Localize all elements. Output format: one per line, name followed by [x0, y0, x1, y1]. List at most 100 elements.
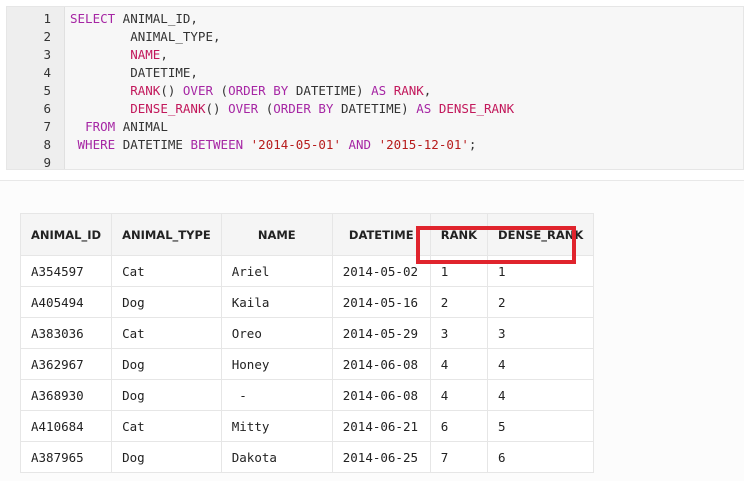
code-token: DATETIME)	[288, 83, 372, 98]
table-cell: A362967	[19, 348, 113, 380]
table-cell: Honey	[220, 348, 333, 380]
table-cell: 4	[429, 348, 489, 380]
results-table: ANIMAL_ID ANIMAL_TYPE NAME DATETIME RANK…	[19, 213, 595, 473]
table-cell: 7	[429, 441, 489, 473]
code-token: ORDER BY	[228, 83, 289, 98]
table-cell: A410684	[19, 410, 113, 442]
column-header-name: NAME	[220, 213, 333, 256]
table-cell: Cat	[111, 410, 222, 442]
table-cell: Dog	[111, 286, 222, 318]
code-token: AND	[348, 137, 372, 152]
table-cell: 6	[487, 441, 595, 473]
table-cell: 1	[487, 255, 595, 287]
code-text: WHERE DATETIME BETWEEN '2014-05-01' AND …	[70, 136, 477, 154]
code-token: DATETIME)	[333, 101, 417, 116]
code-token: DENSE_RANK	[130, 101, 206, 116]
table-cell: 2014-06-25	[331, 441, 431, 473]
table-cell: 2014-05-02	[331, 255, 431, 287]
code-line[interactable]: 3 NAME,	[7, 46, 743, 64]
code-line[interactable]: 7 FROM ANIMAL	[7, 118, 743, 136]
table-row: A368930 Dog -2014-06-08 4 4	[19, 379, 595, 411]
code-token: ,	[160, 47, 168, 62]
code-token: (	[258, 101, 274, 116]
query-results-panel: ANIMAL_ID ANIMAL_TYPE NAME DATETIME RANK…	[0, 180, 744, 481]
table-header-row: ANIMAL_ID ANIMAL_TYPE NAME DATETIME RANK…	[19, 213, 595, 256]
code-token: ()	[160, 83, 183, 98]
code-line[interactable]: 9	[7, 154, 743, 170]
table-cell: 2014-05-16	[331, 286, 431, 318]
code-token: ORDER BY	[273, 101, 334, 116]
table-cell: Kaila	[220, 286, 333, 318]
table-row: A405494 Dog Kaila 2014-05-16 2 2	[19, 286, 595, 318]
table-cell: Oreo	[220, 317, 333, 349]
line-number: 3	[43, 47, 51, 62]
line-number: 4	[43, 65, 51, 80]
table-cell: 4	[487, 348, 595, 380]
code-token: '2015-12-01'	[378, 137, 469, 152]
code-token: AS	[371, 83, 387, 98]
code-line[interactable]: 8 WHERE DATETIME BETWEEN '2014-05-01' AN…	[7, 136, 743, 154]
table-row: A410684 Cat Mitty 2014-06-21 6 5	[19, 410, 595, 442]
code-line[interactable]: 4 DATETIME,	[7, 64, 743, 82]
code-token: ,	[423, 83, 432, 98]
code-line[interactable]: 2 ANIMAL_TYPE,	[7, 28, 743, 46]
table-cell: Dog	[111, 348, 222, 380]
table-row: A383036 Cat Oreo 2014-05-29 3 3	[19, 317, 595, 349]
code-line[interactable]: 1 SELECT ANIMAL_ID,	[7, 10, 743, 28]
table-row: A354597 Cat Ariel 2014-05-02 1 1	[19, 255, 595, 287]
line-number: 6	[43, 101, 51, 116]
table-cell: 5	[487, 410, 595, 442]
code-line[interactable]: 5 RANK() OVER (ORDER BY DATETIME) AS RAN…	[7, 82, 743, 100]
code-token: DENSE_RANK	[438, 101, 515, 116]
table-cell: A387965	[19, 441, 113, 473]
code-text: RANK() OVER (ORDER BY DATETIME) AS RANK,	[70, 82, 431, 100]
table-cell: 3	[487, 317, 595, 349]
table-cell: 2014-06-21	[331, 410, 431, 442]
code-token: WHERE	[77, 137, 116, 152]
table-cell: 2	[429, 286, 489, 318]
code-token: ()	[205, 101, 229, 116]
code-text: DENSE_RANK() OVER (ORDER BY DATETIME) AS…	[70, 100, 514, 118]
column-header-rank: RANK	[429, 213, 489, 256]
table-cell: A405494	[19, 286, 113, 318]
table-cell: Dog	[111, 441, 222, 473]
column-header-dense-rank: DENSE_RANK	[487, 213, 595, 256]
table-cell: 3	[429, 317, 489, 349]
table-cell: 4	[487, 379, 595, 411]
code-token: SELECT	[70, 11, 116, 26]
table-cell: -	[220, 379, 333, 411]
column-header-animal-id: ANIMAL_ID	[19, 213, 113, 256]
table-cell: 2014-06-08	[331, 348, 431, 380]
table-cell: Ariel	[220, 255, 333, 287]
table-cell: A383036	[19, 317, 113, 349]
column-header-datetime: DATETIME	[331, 213, 431, 256]
code-line[interactable]: 6 DENSE_RANK() OVER (ORDER BY DATETIME) …	[7, 100, 743, 118]
line-number: 8	[43, 137, 51, 152]
line-number: 5	[43, 83, 51, 98]
table-cell: 2014-06-08	[331, 379, 431, 411]
sql-editor[interactable]: 1 SELECT ANIMAL_ID, 2 ANIMAL_TYPE, 3 NAME, 4…	[6, 6, 744, 170]
code-token: ANIMAL_ID,	[115, 11, 198, 26]
table-cell: Cat	[111, 317, 222, 349]
table-cell: 2	[487, 286, 595, 318]
table-cell: A354597	[19, 255, 113, 287]
line-number: 9	[43, 155, 51, 170]
table-cell: 6	[429, 410, 489, 442]
code-text: FROM ANIMAL	[70, 118, 168, 136]
code-token: DATETIME,	[70, 65, 198, 80]
code-token: ANIMAL_TYPE,	[70, 29, 221, 44]
table-row: A362967 Dog Honey 2014-06-08 4 4	[19, 348, 595, 380]
line-number: 2	[43, 29, 51, 44]
code-token: '2014-05-01'	[250, 137, 341, 152]
table-cell: 4	[429, 379, 489, 411]
